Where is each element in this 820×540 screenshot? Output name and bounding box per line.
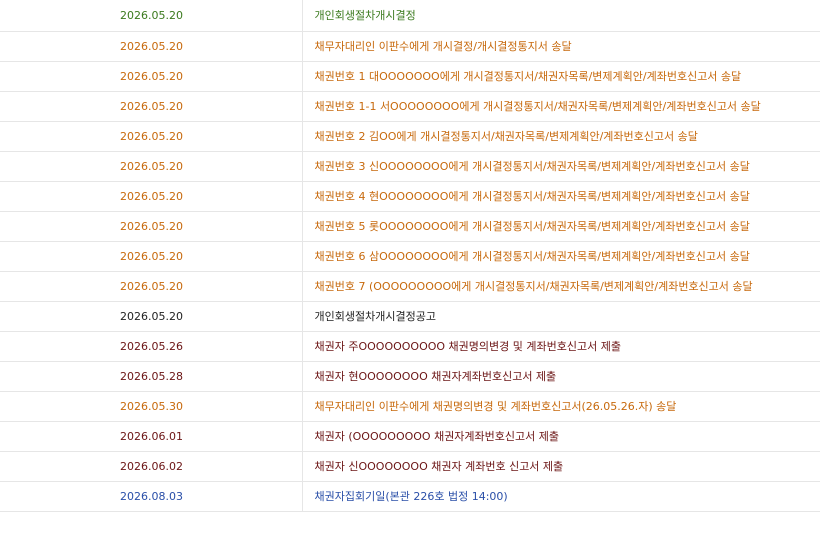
- row-content: 채권자집회기일(본관 226호 법정 14:00): [302, 481, 820, 512]
- row-date: 2026.05.20: [0, 301, 303, 332]
- table-row: 2026.08.03 채권자집회기일(본관 226호 법정 14:00): [0, 481, 820, 512]
- row-content: 채권번호 4 현OOOOOOOO에게 개시결정통지서/채권자목록/변제계획안/계…: [302, 181, 820, 212]
- table-row: 2026.05.20 채권번호 3 신OOOOOOOO에게 개시결정통지서/채권자…: [0, 151, 820, 182]
- row-date: 2026.05.20: [0, 241, 303, 272]
- row-content: 채권번호 1 대OOOOOOO에게 개시결정통지서/채권자목록/변제계획안/계좌…: [302, 61, 820, 92]
- row-date: 2026.05.20: [0, 211, 303, 242]
- row-content: 채무자대리인 이판수에게 채권명의변경 및 계좌번호신고서(26.05.26.자…: [302, 391, 820, 422]
- row-content: 채권자 주OOOOOOOOOO 채권명의변경 및 계좌번호신고서 제출: [302, 331, 820, 362]
- row-date: 2026.05.20: [0, 0, 303, 32]
- row-date: 2026.05.20: [0, 271, 303, 302]
- row-date: 2026.05.20: [0, 31, 303, 62]
- row-date: 2026.05.28: [0, 361, 303, 392]
- row-date: 2026.05.20: [0, 151, 303, 182]
- table-row: 2026.06.01 채권자 (OOOOOOOOO 채권자계좌번호신고서 제출: [0, 421, 820, 452]
- row-content: 채권번호 2 김OO에게 개시결정통지서/채권자목록/변제계획안/계좌번호신고서…: [302, 121, 820, 152]
- row-date: 2026.06.01: [0, 421, 303, 452]
- row-date: 2026.05.26: [0, 331, 303, 362]
- row-date: 2026.05.20: [0, 181, 303, 212]
- row-content: 채권자 (OOOOOOOOO 채권자계좌번호신고서 제출: [302, 421, 820, 452]
- row-content: 채권번호 1-1 서OOOOOOOO에게 개시결정통지서/채권자목록/변제계획안…: [302, 91, 820, 122]
- case-progress-table: 2026.05.20 개인회생절차개시결정 2026.05.20 채무자대리인 이판수…: [0, 0, 820, 512]
- table-row: 2026.05.20 채권번호 7 (OOOOOOOOO에게 개시결정통지서/채권…: [0, 271, 820, 302]
- row-content: 채권자 신OOOOOOOO 채권자 계좌번호 신고서 제출: [302, 451, 820, 482]
- row-content: 채권번호 5 롯OOOOOOOO에게 개시결정통지서/채권자목록/변제계획안/계…: [302, 211, 820, 242]
- row-content: 채무자대리인 이판수에게 개시결정/개시결정통지서 송달: [302, 31, 820, 62]
- row-content: 개인회생절차개시결정공고: [302, 301, 820, 332]
- row-content: 채권자 현OOOOOOOO 채권자계좌번호신고서 제출: [302, 361, 820, 392]
- table-row: 2026.05.20 개인회생절차개시결정공고: [0, 301, 820, 332]
- row-content: 채권번호 7 (OOOOOOOOO에게 개시결정통지서/채권자목록/변제계획안/…: [302, 271, 820, 302]
- table-row: 2026.05.26 채권자 주OOOOOOOOOO 채권명의변경 및 계좌번호신…: [0, 331, 820, 362]
- row-date: 2026.05.20: [0, 121, 303, 152]
- case-progress-rows: 2026.05.20 개인회생절차개시결정 2026.05.20 채무자대리인 이판수…: [0, 0, 820, 512]
- row-date: 2026.08.03: [0, 481, 303, 512]
- table-row: 2026.05.20 채권번호 1-1 서OOOOOOOO에게 개시결정통지서/채…: [0, 91, 820, 122]
- table-row: 2026.05.20 개인회생절차개시결정: [0, 0, 820, 32]
- table-row: 2026.05.20 채권번호 6 삼OOOOOOOO에게 개시결정통지서/채권자…: [0, 241, 820, 272]
- table-row: 2026.05.20 채권번호 4 현OOOOOOOO에게 개시결정통지서/채권자…: [0, 181, 820, 212]
- row-content: 채권번호 3 신OOOOOOOO에게 개시결정통지서/채권자목록/변제계획안/계…: [302, 151, 820, 182]
- table-row: 2026.05.28 채권자 현OOOOOOOO 채권자계좌번호신고서 제출: [0, 361, 820, 392]
- table-row: 2026.05.20 채권번호 5 롯OOOOOOOO에게 개시결정통지서/채권자…: [0, 211, 820, 242]
- row-content: 채권번호 6 삼OOOOOOOO에게 개시결정통지서/채권자목록/변제계획안/계…: [302, 241, 820, 272]
- table-row: 2026.05.20 채권번호 2 김OO에게 개시결정통지서/채권자목록/변제계…: [0, 121, 820, 152]
- table-row: 2026.05.20 채권번호 1 대OOOOOOO에게 개시결정통지서/채권자목…: [0, 61, 820, 92]
- row-date: 2026.05.20: [0, 91, 303, 122]
- table-row: 2026.05.30 채무자대리인 이판수에게 채권명의변경 및 계좌번호신고서(…: [0, 391, 820, 422]
- row-date: 2026.06.02: [0, 451, 303, 482]
- table-row: 2026.06.02 채권자 신OOOOOOOO 채권자 계좌번호 신고서 제출: [0, 451, 820, 482]
- table-row: 2026.05.20 채무자대리인 이판수에게 개시결정/개시결정통지서 송달: [0, 31, 820, 62]
- row-date: 2026.05.30: [0, 391, 303, 422]
- row-date: 2026.05.20: [0, 61, 303, 92]
- row-content: 개인회생절차개시결정: [302, 0, 820, 32]
